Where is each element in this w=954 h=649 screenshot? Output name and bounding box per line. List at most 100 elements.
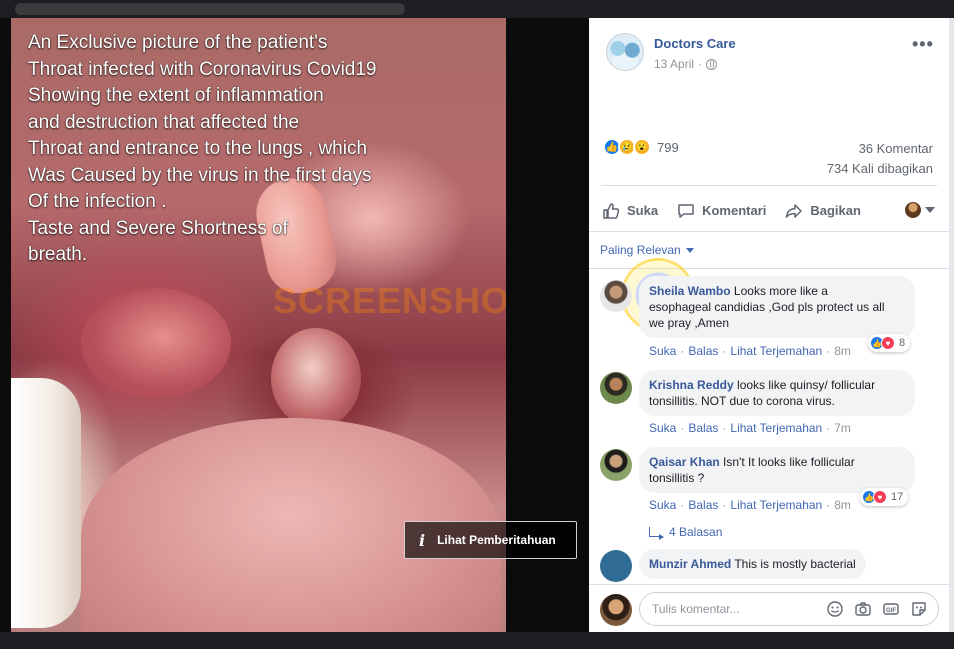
comment-actions: Suka · Balas · Lihat Terjemahan · 7m bbox=[649, 421, 851, 435]
comment-text: looks like quinsy/ follicular bbox=[737, 378, 876, 392]
share-button[interactable]: Bagikan bbox=[784, 201, 861, 221]
commenter-avatar[interactable] bbox=[600, 372, 632, 404]
separator: · bbox=[826, 421, 831, 435]
reaction-count: 799 bbox=[657, 139, 679, 155]
caption-line: Was Caused by the virus in the first day… bbox=[28, 164, 372, 186]
comment-input[interactable]: Tulis komentar... GIF bbox=[639, 592, 939, 626]
caption-line: Showing the extent of inflammation bbox=[28, 85, 324, 106]
thumbs-up-icon bbox=[603, 202, 620, 219]
background-bottom-bar bbox=[0, 632, 954, 649]
svg-text:GIF: GIF bbox=[886, 608, 896, 614]
info-icon: i bbox=[419, 530, 426, 550]
post-side-panel: Doctors Care 13 April · ••• 👍 😢 😮 799 36… bbox=[589, 18, 949, 632]
view-replies-link[interactable]: 4 Balasan bbox=[649, 525, 722, 540]
photo-viewer: An Exclusive picture of the patient's Th… bbox=[0, 0, 954, 649]
caption-line: An Exclusive picture of the patient's bbox=[28, 32, 328, 53]
commenter-avatar[interactable] bbox=[600, 280, 632, 312]
comment-button[interactable]: Komentari bbox=[676, 201, 766, 221]
emoji-icon[interactable] bbox=[826, 600, 844, 618]
separator: · bbox=[722, 498, 727, 512]
comment-text: This is mostly bacterial bbox=[734, 557, 856, 571]
caption-line: Throat and entrance to the lungs , which bbox=[28, 138, 368, 159]
comment-time[interactable]: 7m bbox=[834, 421, 851, 435]
comment-reactions[interactable]: 👍 ♥ 17 bbox=[860, 488, 909, 506]
panel-scrollbar[interactable] bbox=[949, 18, 954, 632]
comment-label: Komentari bbox=[702, 203, 767, 218]
comment-like-link[interactable]: Suka bbox=[649, 421, 676, 435]
sticker-icon[interactable] bbox=[910, 600, 928, 618]
comment-like-link[interactable]: Suka bbox=[649, 498, 676, 512]
comment-text: tonsillitis ? bbox=[649, 471, 705, 485]
comment-text: esophageal candidias ,God pls protect us… bbox=[649, 300, 885, 314]
comment-text: we pray ,Amen bbox=[649, 316, 730, 330]
post-action-bar: Suka Komentari Bagikan bbox=[601, 185, 937, 235]
comment-translate-link[interactable]: Lihat Terjemahan bbox=[730, 344, 822, 358]
comment-reply-link[interactable]: Balas bbox=[688, 421, 718, 435]
comment-time[interactable]: 8m bbox=[834, 344, 851, 358]
like-button[interactable]: Suka bbox=[601, 201, 658, 221]
comment-sort-dropdown[interactable]: Paling Relevan bbox=[600, 243, 694, 257]
page-avatar[interactable] bbox=[606, 33, 644, 71]
comment-translate-link[interactable]: Lihat Terjemahan bbox=[730, 498, 822, 512]
commenter-avatar[interactable] bbox=[600, 550, 632, 582]
comment-bubble: Qaisar Khan Isn't It looks like follicul… bbox=[639, 447, 915, 493]
separator: · bbox=[680, 344, 685, 358]
globe-icon bbox=[706, 58, 718, 70]
photo-caption: An Exclusive picture of the patient's Th… bbox=[28, 30, 428, 269]
reaction-identity-picker[interactable] bbox=[905, 202, 935, 218]
current-user-avatar bbox=[600, 594, 632, 626]
gif-icon[interactable]: GIF bbox=[882, 600, 900, 618]
commenter-avatar[interactable] bbox=[600, 449, 632, 481]
view-notice-label: Lihat Pemberitahuan bbox=[437, 533, 556, 547]
background-top-bar bbox=[0, 0, 954, 18]
share-label: Bagikan bbox=[810, 203, 861, 218]
reply-arrow-icon bbox=[649, 527, 664, 540]
sort-label: Paling Relevan bbox=[600, 243, 681, 257]
post-header: Doctors Care 13 April · ••• bbox=[589, 18, 949, 88]
screenshot-watermark: SCREENSHOT BY bbox=[273, 280, 506, 321]
caption-line: Of the infection . bbox=[28, 191, 167, 212]
photo-teeth bbox=[11, 378, 81, 628]
shares-count-link[interactable]: 734 Kali dibagikan bbox=[827, 161, 933, 176]
comment-actions: Suka · Balas · Lihat Terjemahan · 8m bbox=[649, 498, 851, 512]
separator: · bbox=[680, 421, 685, 435]
comment-actions: Suka · Balas · Lihat Terjemahan · 8m bbox=[649, 344, 851, 358]
comment-bubble: Krishna Reddy looks like quinsy/ follicu… bbox=[639, 370, 915, 416]
composer-icons: GIF bbox=[826, 600, 928, 618]
comment-input-placeholder: Tulis komentar... bbox=[652, 602, 740, 616]
reactions-summary[interactable]: 👍 😢 😮 799 bbox=[603, 138, 679, 156]
love-reaction-icon: ♥ bbox=[881, 336, 895, 350]
comment-reaction-count: 17 bbox=[891, 491, 904, 503]
commenter-name[interactable]: Sheila Wambo bbox=[649, 284, 731, 298]
user-mini-avatar bbox=[905, 202, 921, 218]
page-name-link[interactable]: Doctors Care bbox=[654, 36, 736, 51]
view-notice-button[interactable]: i Lihat Pemberitahuan bbox=[404, 521, 577, 559]
comment-bubble-icon bbox=[678, 203, 694, 218]
comment-reactions[interactable]: 👍 ♥ 8 bbox=[868, 334, 911, 352]
comment-translate-link[interactable]: Lihat Terjemahan bbox=[730, 421, 822, 435]
comments-count-link[interactable]: 36 Komentar bbox=[859, 141, 933, 156]
commenter-name[interactable]: Krishna Reddy bbox=[649, 378, 734, 392]
commenter-name[interactable]: Munzir Ahmed bbox=[649, 557, 731, 571]
caption-line: Taste and Severe Shortness of bbox=[28, 217, 288, 239]
comment-text: Isn't It looks like follicular bbox=[723, 455, 855, 469]
caption-line: and destruction that affected the bbox=[28, 111, 300, 133]
camera-icon[interactable] bbox=[854, 600, 872, 618]
comment-text: tonsillitis. NOT due to corona virus. bbox=[649, 394, 835, 408]
wow-reaction-icon: 😮 bbox=[633, 138, 651, 156]
comment-bubble: Sheila Wambo Looks more like a esophagea… bbox=[639, 276, 915, 338]
comment-reply-link[interactable]: Balas bbox=[688, 344, 718, 358]
post-date[interactable]: 13 April bbox=[654, 57, 694, 71]
post-meta: 13 April · bbox=[654, 57, 718, 71]
chevron-down-icon bbox=[925, 207, 935, 213]
separator: · bbox=[826, 498, 831, 512]
comment-bubble: Munzir Ahmed This is mostly bacterial bbox=[639, 549, 866, 579]
commenter-name[interactable]: Qaisar Khan bbox=[649, 455, 720, 469]
comment-like-link[interactable]: Suka bbox=[649, 344, 676, 358]
photo-left-tonsil bbox=[81, 288, 231, 398]
more-options-button[interactable]: ••• bbox=[912, 34, 934, 55]
love-reaction-icon: ♥ bbox=[873, 490, 887, 504]
comment-reply-link[interactable]: Balas bbox=[688, 498, 718, 512]
like-label: Suka bbox=[627, 203, 659, 218]
comment-time[interactable]: 8m bbox=[834, 498, 851, 512]
